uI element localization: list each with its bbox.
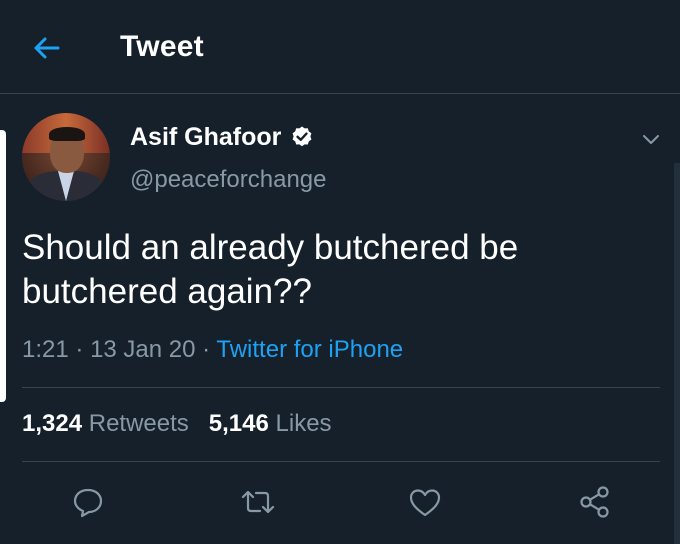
tweet-date: 13 Jan 20: [90, 336, 196, 363]
tweet-meta: 1:21 · 13 Jan 20 · Twitter for iPhone: [22, 336, 403, 364]
user-name[interactable]: Asif Ghafoor: [130, 123, 281, 152]
arrow-left-icon: [34, 37, 60, 59]
share-button[interactable]: [575, 482, 615, 522]
tweet-menu-button[interactable]: [640, 128, 662, 150]
verified-badge-icon: [290, 125, 314, 149]
back-button[interactable]: [28, 30, 64, 66]
tweet-stats: 1,324 Retweets 5,146 Likes: [22, 410, 332, 438]
likes-stat[interactable]: 5,146 Likes: [209, 410, 332, 437]
meta-separator: ·: [75, 336, 91, 363]
reply-button[interactable]: [68, 482, 108, 522]
top-bar: Tweet: [0, 0, 680, 94]
divider: [22, 461, 660, 462]
reply-icon: [73, 488, 103, 518]
likes-count: 5,146: [208, 410, 269, 437]
like-button[interactable]: [405, 482, 445, 522]
scrollbar[interactable]: [674, 163, 680, 544]
retweet-icon: [241, 490, 275, 514]
overlay-edge: [0, 130, 6, 402]
share-icon: [580, 486, 609, 518]
avatar[interactable]: [22, 113, 110, 201]
retweet-button[interactable]: [238, 482, 278, 522]
tweet-time: 1:21: [22, 336, 69, 363]
tweet-source-link[interactable]: Twitter for iPhone: [216, 336, 403, 363]
divider: [22, 387, 660, 388]
chevron-down-icon: [643, 135, 659, 144]
user-handle[interactable]: @peaceforchange: [130, 166, 327, 194]
page-title: Tweet: [120, 30, 204, 63]
meta-separator: ·: [202, 336, 217, 363]
tweet-text: Should an already butchered be butchered…: [22, 228, 519, 311]
retweets-stat[interactable]: 1,324 Retweets: [22, 410, 189, 437]
likes-label: Likes: [275, 410, 332, 437]
retweets-label: Retweets: [88, 410, 189, 437]
heart-icon: [409, 489, 441, 517]
retweets-count: 1,324: [22, 410, 83, 437]
